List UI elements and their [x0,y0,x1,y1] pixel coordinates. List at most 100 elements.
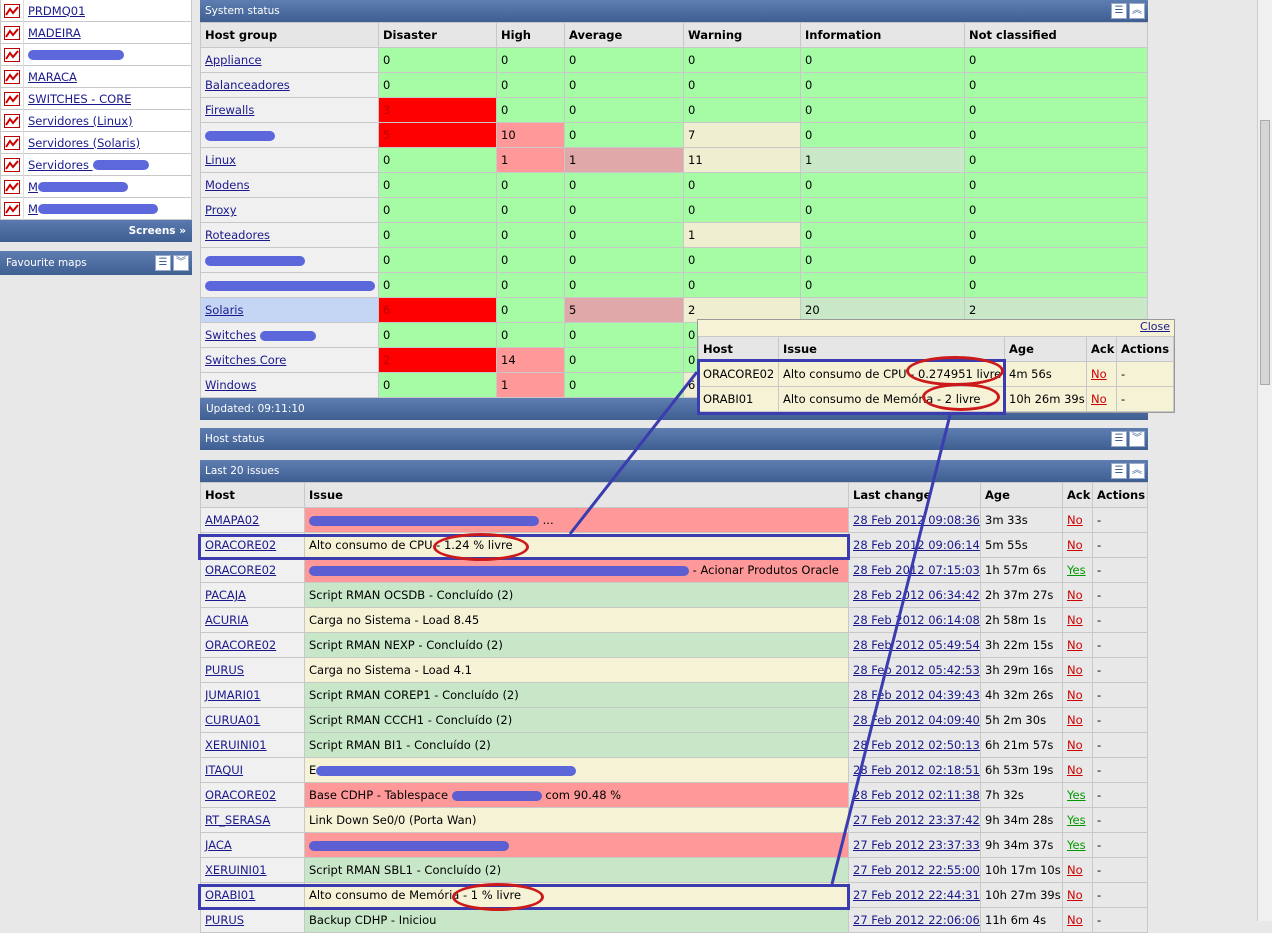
host-group-link[interactable]: Switches [205,328,256,342]
host-group-link[interactable]: Firewalls [205,103,254,117]
collapse-up-icon[interactable]: ︽ [1129,3,1145,19]
collapse-up-icon[interactable]: ︽ [1129,463,1145,479]
ack-link[interactable]: No [1067,688,1083,702]
ack-link[interactable]: No [1091,392,1107,406]
host-link[interactable]: ORABI01 [205,888,255,902]
ack-link[interactable]: Yes [1067,813,1086,827]
last-change-link[interactable]: 27 Feb 2012 22:55:00 [853,863,980,877]
sidebar-item[interactable]: SWITCHES - CORE [0,87,192,110]
ack-link[interactable]: No [1067,863,1083,877]
sidebar-item[interactable]: Servidores [0,153,192,176]
host-link[interactable]: PURUS [205,913,244,927]
host-link[interactable]: ITAQUI [205,763,243,777]
popup-ack-cell[interactable]: No [1086,386,1117,412]
host-link[interactable]: RT_SERASA [205,813,270,827]
last-change-link[interactable]: 28 Feb 2012 02:18:51 [853,763,980,777]
host-link[interactable]: JUMARI01 [205,688,261,702]
last-change-link[interactable]: 28 Feb 2012 02:11:38 [853,788,980,802]
last-change-link[interactable]: 28 Feb 2012 05:49:54 [853,638,980,652]
host-link[interactable]: PURUS [205,663,244,677]
popup-ack-cell[interactable]: No [1086,361,1117,387]
menu-icon[interactable]: ☰ [1111,463,1127,479]
sidebar-item[interactable]: PRDMQ01 [0,0,192,22]
last-change-link[interactable]: 28 Feb 2012 04:09:40 [853,713,980,727]
host-link[interactable]: JACA [205,838,232,852]
sidebar-item[interactable]: MADEIRA [0,21,192,44]
sidebar-item-label[interactable] [24,48,124,62]
host-group-link[interactable]: Appliance [205,53,262,67]
host-link[interactable]: ORACORE02 [205,638,276,652]
ack-link[interactable]: Yes [1067,788,1086,802]
host-link[interactable]: PACAJA [205,588,246,602]
ack-link[interactable]: Yes [1067,563,1086,577]
collapse-icon[interactable]: ︾ [1129,431,1145,447]
ack-link[interactable]: No [1067,738,1083,752]
ack-link[interactable]: Yes [1067,838,1086,852]
sidebar-item[interactable]: Servidores (Solaris) [0,131,192,154]
ack-link[interactable]: No [1067,613,1083,627]
ack-link[interactable]: No [1067,713,1083,727]
sidebar-item[interactable]: M [0,197,192,220]
ack-link[interactable]: No [1067,638,1083,652]
ack-link[interactable]: No [1067,663,1083,677]
close-link[interactable]: Close [1140,320,1170,333]
host-link[interactable]: ORACORE02 [205,788,276,802]
sidebar-item[interactable]: MARACA [0,65,192,88]
host-link[interactable]: AMAPA02 [205,513,259,527]
host-group-link[interactable]: Balanceadores [205,78,290,92]
ack-link[interactable]: No [1067,763,1083,777]
sidebar-item[interactable]: Servidores (Linux) [0,109,192,132]
host-group-link[interactable]: Roteadores [205,228,270,242]
menu-icon[interactable]: ☰ [155,255,171,271]
sidebar-item-label[interactable]: Servidores [24,158,149,172]
sidebar-item[interactable]: M [0,175,192,198]
scrollbar-thumb[interactable] [1260,120,1270,385]
host-group-link[interactable]: Windows [205,378,256,392]
host-link[interactable]: XERUINI01 [205,863,267,877]
sidebar-item-label[interactable]: SWITCHES - CORE [24,92,131,106]
sidebar-item-label[interactable]: Servidores (Linux) [24,114,133,128]
last-change-cell: 27 Feb 2012 23:37:33 [848,832,981,858]
sidebar-item-label[interactable]: PRDMQ01 [24,4,85,18]
menu-icon[interactable]: ☰ [1111,3,1127,19]
severity-cell: 0 [564,122,684,148]
host-link[interactable]: ACURIA [205,613,248,627]
menu-icon[interactable]: ☰ [1111,431,1127,447]
host-link[interactable]: ORACORE02 [205,538,276,552]
host-link[interactable]: CURUA01 [205,713,260,727]
ack-link[interactable]: No [1091,367,1107,381]
last-change-link[interactable]: 28 Feb 2012 02:50:13 [853,738,980,752]
sidebar-item-label[interactable]: M [24,180,128,194]
host-group-link[interactable]: Linux [205,153,236,167]
ack-link[interactable]: No [1067,888,1083,902]
ack-link[interactable]: No [1067,538,1083,552]
sidebar-item-label[interactable]: Servidores (Solaris) [24,136,140,150]
screens-link[interactable]: Screens » [0,220,192,242]
last-change-link[interactable]: 27 Feb 2012 22:06:06 [853,913,980,927]
ack-link[interactable]: No [1067,513,1083,527]
host-group-link[interactable]: Proxy [205,203,237,217]
last-change-link[interactable]: 28 Feb 2012 07:15:03 [853,563,980,577]
last-change-link[interactable]: 27 Feb 2012 23:37:33 [853,838,980,852]
host-group-link[interactable]: Switches Core [205,353,286,367]
ack-link[interactable]: No [1067,588,1083,602]
vertical-scrollbar[interactable] [1257,0,1272,921]
ack-link[interactable]: No [1067,913,1083,927]
last-change-link[interactable]: 27 Feb 2012 23:37:42 [853,813,980,827]
last-change-link[interactable]: 28 Feb 2012 06:14:08 [853,613,980,627]
sidebar-item-label[interactable]: MADEIRA [24,26,81,40]
host-link[interactable]: ORACORE02 [205,563,276,577]
last-change-link[interactable]: 28 Feb 2012 09:06:14 [853,538,980,552]
host-link[interactable]: XERUINI01 [205,738,267,752]
last-change-link[interactable]: 28 Feb 2012 06:34:42 [853,588,980,602]
sidebar-item[interactable] [0,43,192,66]
last-change-link[interactable]: 28 Feb 2012 04:39:43 [853,688,980,702]
collapse-icon[interactable]: ︾ [173,255,189,271]
sidebar-item-label[interactable]: M [24,202,158,216]
last-change-link[interactable]: 28 Feb 2012 05:42:53 [853,663,980,677]
sidebar-item-label[interactable]: MARACA [24,70,77,84]
last-change-link[interactable]: 27 Feb 2012 22:44:31 [853,888,980,902]
last-change-link[interactable]: 28 Feb 2012 09:08:36 [853,513,980,527]
host-group-link[interactable]: Solaris [205,303,244,317]
host-group-link[interactable]: Modens [205,178,250,192]
